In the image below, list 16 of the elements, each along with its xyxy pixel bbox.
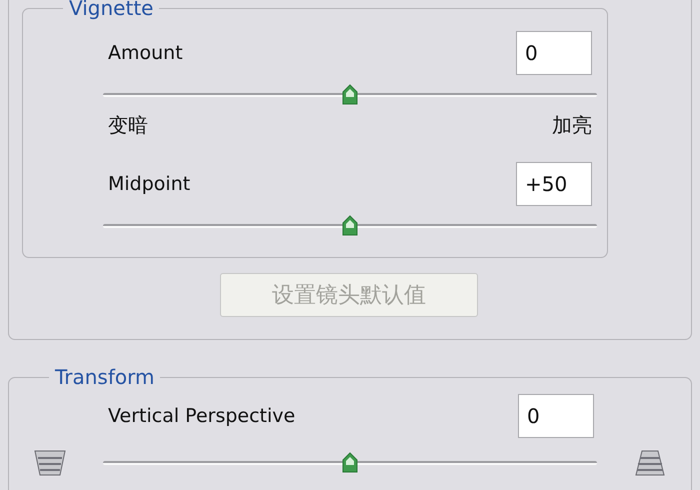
slider-label: Vertical Perspective: [108, 405, 296, 427]
slider-track[interactable]: [103, 84, 597, 106]
min-label: 变暗: [108, 113, 148, 137]
slider-thumb[interactable]: [342, 215, 358, 237]
max-label: 加亮: [552, 113, 592, 137]
group-title: Vignette: [63, 0, 160, 19]
slider-label: Midpoint: [108, 173, 190, 195]
slider-thumb[interactable]: [342, 452, 358, 474]
slider-track[interactable]: [103, 452, 597, 474]
slider-track[interactable]: [103, 215, 597, 237]
value-field[interactable]: 0: [516, 31, 592, 75]
value-field[interactable]: +50: [516, 162, 592, 206]
slider-label: Amount: [108, 42, 183, 64]
value-field[interactable]: 0: [518, 394, 594, 438]
slider-thumb[interactable]: [342, 84, 358, 106]
perspective-icon: [32, 448, 68, 478]
